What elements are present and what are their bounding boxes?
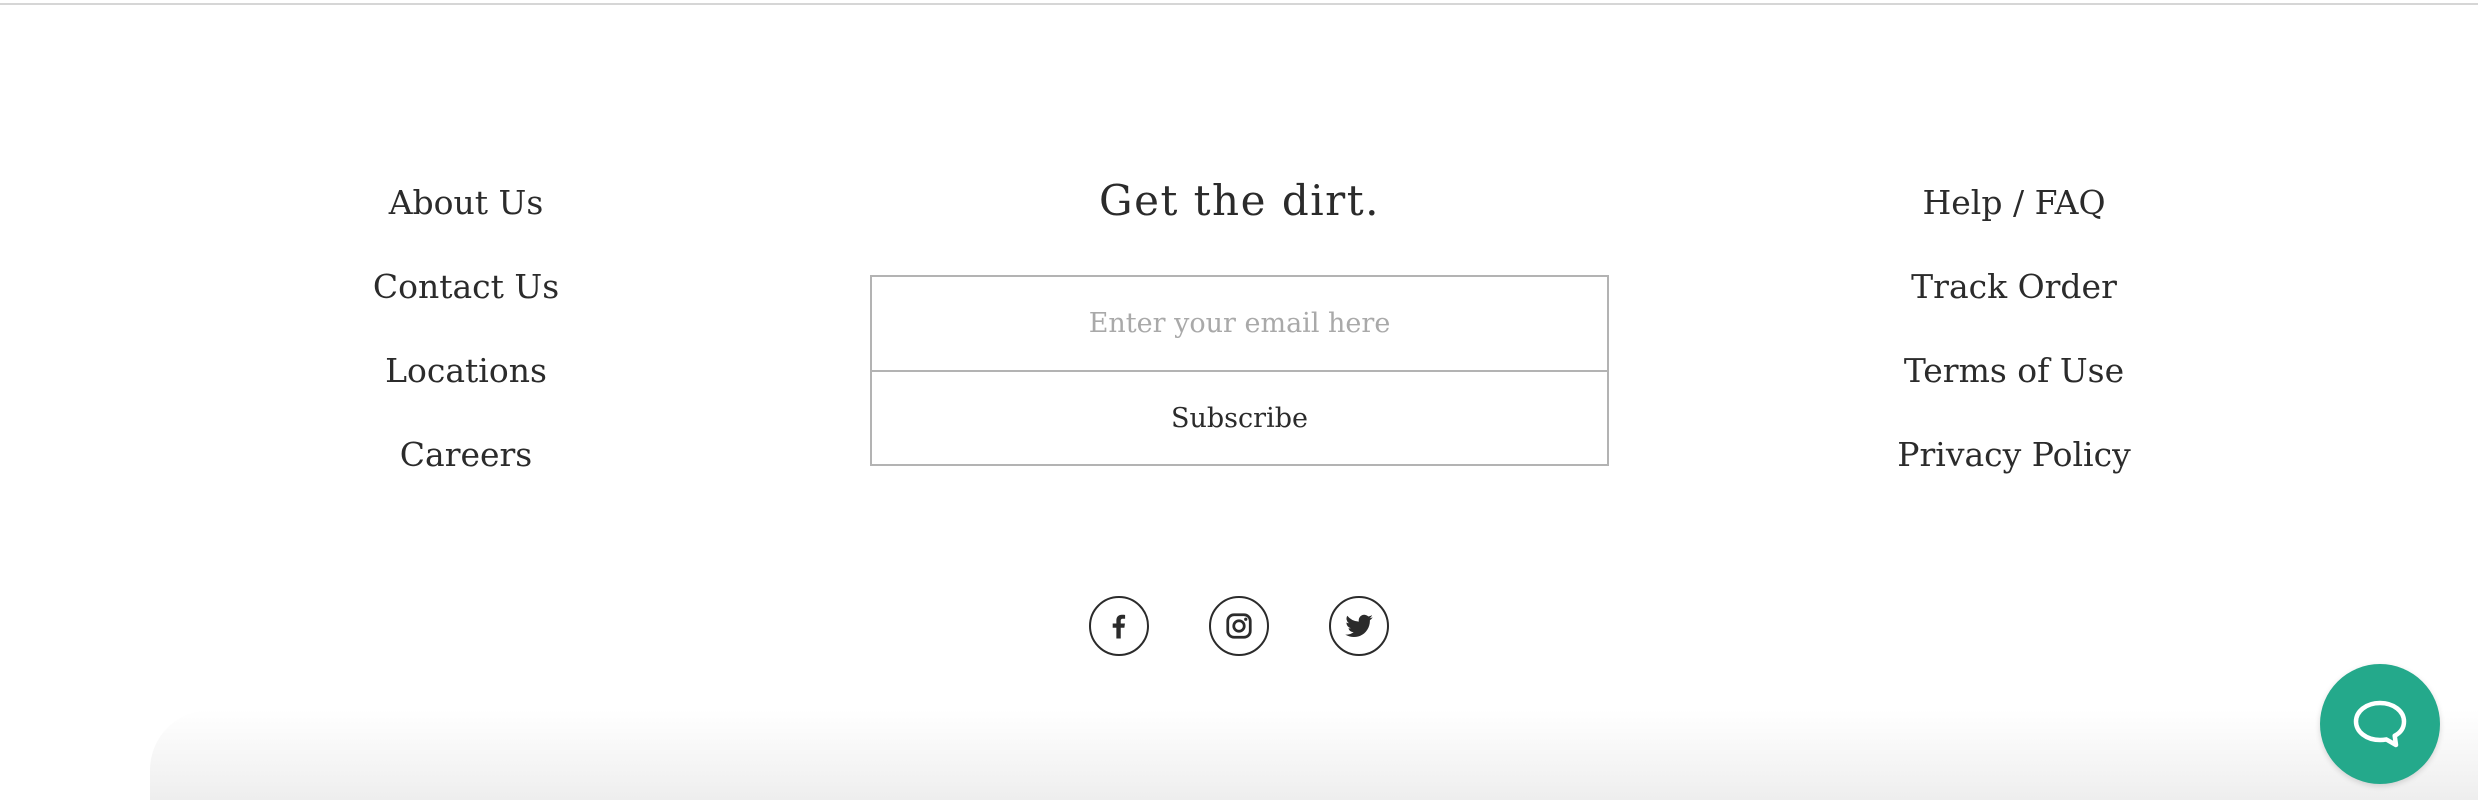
chat-bubble-icon (2353, 700, 2407, 748)
subscribe-button[interactable]: Subscribe (872, 372, 1607, 464)
twitter-icon (1345, 614, 1373, 637)
email-input[interactable] (872, 277, 1607, 372)
instagram-link[interactable] (1209, 596, 1269, 656)
careers-link[interactable]: Careers (268, 438, 664, 471)
locations-link[interactable]: Locations (268, 354, 664, 387)
help-faq-link[interactable]: Help / FAQ (1816, 186, 2212, 219)
newsletter-form: Subscribe (870, 275, 1609, 466)
twitter-link[interactable] (1329, 596, 1389, 656)
privacy-policy-link[interactable]: Privacy Policy (1816, 438, 2212, 471)
instagram-icon (1226, 613, 1252, 639)
facebook-link[interactable] (1089, 596, 1149, 656)
newsletter-title: Get the dirt. (1099, 176, 1380, 225)
about-us-link[interactable]: About Us (268, 186, 664, 219)
contact-us-link[interactable]: Contact Us (268, 270, 664, 303)
terms-of-use-link[interactable]: Terms of Use (1816, 354, 2212, 387)
chat-button[interactable] (2320, 664, 2440, 784)
top-divider (0, 3, 2478, 5)
facebook-icon (1112, 614, 1126, 639)
bottom-shadow (150, 710, 2478, 800)
track-order-link[interactable]: Track Order (1816, 270, 2212, 303)
